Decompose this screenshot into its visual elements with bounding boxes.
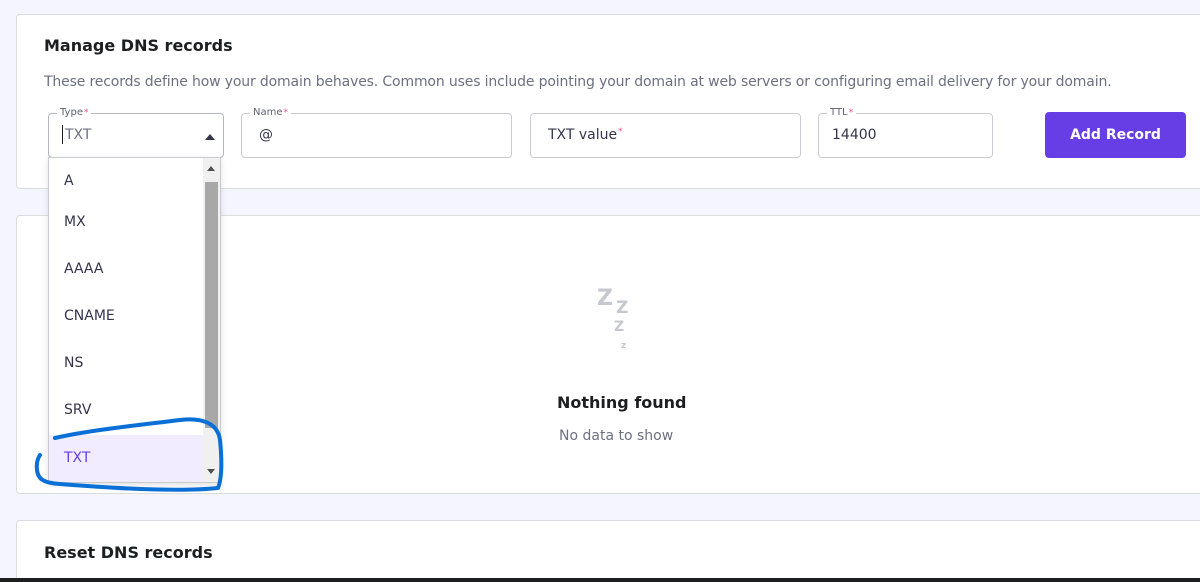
empty-state-subtitle: No data to show <box>559 428 674 444</box>
type-label: Type* <box>57 106 92 120</box>
scroll-down-arrow-icon[interactable] <box>207 469 215 474</box>
ttl-value: 14400 <box>832 127 877 143</box>
option-cname[interactable]: CNAME <box>49 293 204 340</box>
scrollbar-thumb[interactable] <box>205 182 218 428</box>
name-field[interactable]: Name* @ <box>241 106 512 158</box>
reset-dns-title: Reset DNS records <box>44 543 213 562</box>
type-dropdown-list[interactable]: A MX AAAA CNAME NS SRV TXT <box>48 157 221 483</box>
option-txt[interactable]: TXT <box>49 435 204 482</box>
manage-dns-title: Manage DNS records <box>44 36 233 55</box>
chevron-up-icon[interactable] <box>205 134 215 140</box>
manage-dns-description: These records define how your domain beh… <box>44 74 1112 90</box>
option-mx[interactable]: MX <box>49 199 204 246</box>
text-cursor <box>62 125 63 144</box>
txt-value-placeholder: TXT value* <box>548 127 623 143</box>
option-aaaa[interactable]: AAAA <box>49 246 204 293</box>
ttl-label: TTL* <box>827 106 857 120</box>
type-value: TXT <box>65 127 92 143</box>
txt-value-field[interactable]: TXT value* <box>530 113 801 158</box>
bottom-border <box>0 578 1200 582</box>
ttl-field[interactable]: TTL* 14400 <box>818 106 993 158</box>
scroll-up-arrow-icon[interactable] <box>207 166 215 171</box>
reset-dns-card: Reset DNS records <box>16 520 1200 582</box>
name-label: Name* <box>250 106 292 120</box>
type-select[interactable]: Type* TXT <box>48 106 224 158</box>
option-a[interactable]: A <box>49 158 204 205</box>
sleeping-zzz-icon: Z Z Z z <box>597 286 629 351</box>
option-ns[interactable]: NS <box>49 340 204 387</box>
name-value: @ <box>259 127 273 143</box>
option-srv[interactable]: SRV <box>49 387 204 434</box>
dropdown-scrollbar[interactable] <box>203 158 220 482</box>
add-record-button[interactable]: Add Record <box>1045 112 1186 158</box>
